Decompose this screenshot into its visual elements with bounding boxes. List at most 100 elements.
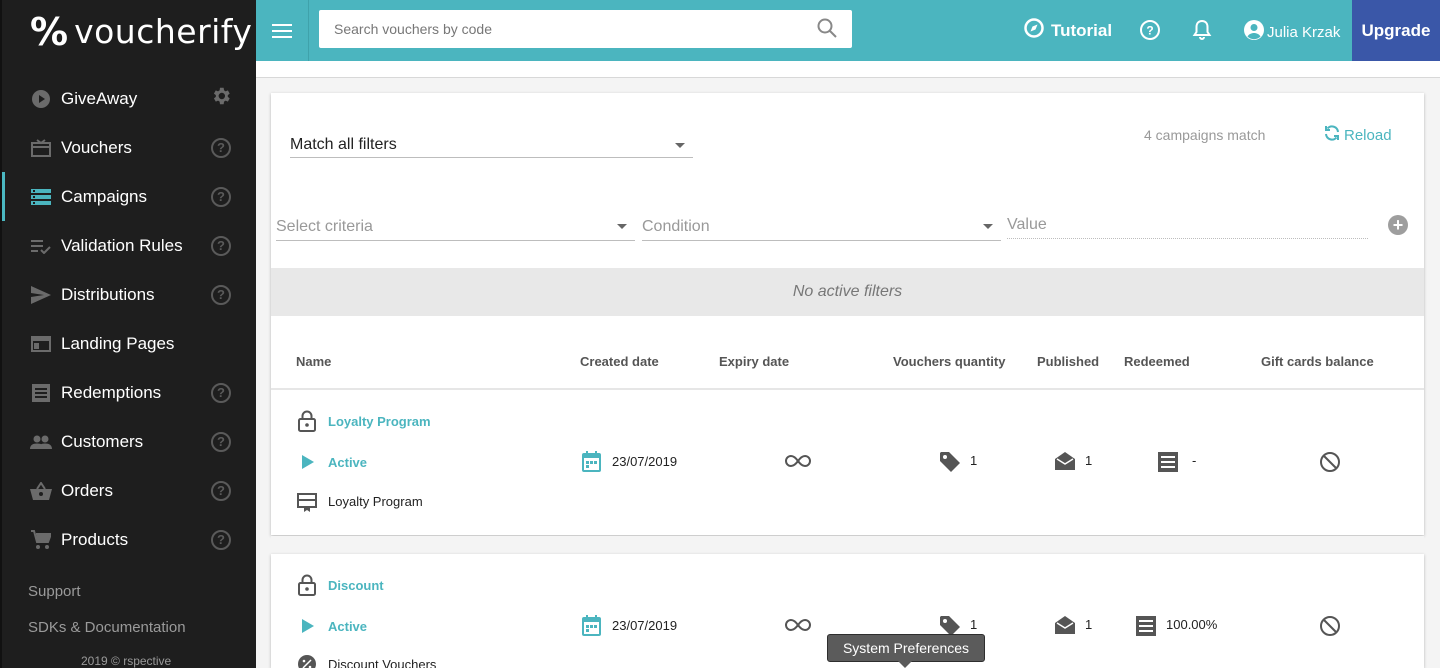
top-bar: Tutorial ? Julia Krzak Upgrade — [256, 0, 1440, 61]
search-input[interactable] — [334, 21, 816, 37]
help-icon[interactable]: ? — [1139, 19, 1161, 46]
criteria-select[interactable]: Select criteria — [276, 213, 635, 241]
sidebar: % voucherify GiveAway Vouchers ? Campaig… — [0, 0, 256, 668]
people-icon — [30, 431, 52, 453]
calendar-icon — [582, 451, 601, 472]
gift-card-icon — [30, 137, 52, 159]
sidebar-item-label: GiveAway — [61, 88, 138, 108]
account-icon — [1243, 19, 1265, 45]
help-icon[interactable]: ? — [211, 382, 231, 403]
campaign-name-link[interactable]: Loyalty Program — [328, 414, 431, 429]
help-icon[interactable]: ? — [211, 186, 231, 207]
list-icon — [30, 186, 52, 208]
receipt-icon — [1136, 616, 1156, 636]
campaigns-card: Match all filters 4 campaigns match Relo… — [271, 93, 1424, 535]
vouchers-quantity: 1 — [970, 617, 978, 632]
menu-icon[interactable] — [256, 0, 309, 61]
cart-icon — [30, 529, 52, 551]
compass-icon — [1024, 18, 1044, 43]
status-label: Active — [328, 619, 368, 634]
sidebar-item-label: Campaigns — [61, 186, 147, 206]
checklist-icon — [30, 235, 52, 257]
match-filters-select[interactable]: Match all filters — [290, 133, 693, 158]
gear-icon[interactable] — [210, 85, 232, 112]
column-header-gift-cards-balance[interactable]: Gift cards balance — [1261, 354, 1374, 369]
sidebar-item-label: Customers — [61, 431, 144, 451]
column-header-name[interactable]: Name — [296, 354, 331, 369]
sidebar-item-label: Validation Rules — [61, 235, 183, 255]
published-count: 1 — [1085, 617, 1093, 632]
browser-icon — [30, 333, 52, 355]
voucherify-logo[interactable]: % voucherify — [30, 12, 253, 51]
tutorial-button[interactable]: Tutorial — [1024, 18, 1112, 43]
condition-select[interactable]: Condition — [642, 213, 1001, 241]
loyalty-card-icon — [297, 493, 317, 513]
help-icon[interactable]: ? — [211, 284, 231, 305]
criteria-placeholder: Select criteria — [276, 217, 373, 235]
sidebar-item-validation-rules[interactable]: Validation Rules ? — [2, 221, 256, 270]
sidebar-item-orders[interactable]: Orders ? — [2, 466, 256, 515]
help-icon[interactable]: ? — [211, 235, 231, 256]
campaign-name-link[interactable]: Discount — [328, 578, 384, 593]
redeemed-value: - — [1192, 453, 1197, 468]
column-header-published[interactable]: Published — [1037, 354, 1099, 369]
redeemed-value: 100.00% — [1166, 617, 1218, 632]
send-icon — [30, 284, 52, 306]
svg-text:?: ? — [1146, 24, 1153, 38]
upgrade-button[interactable]: Upgrade — [1352, 0, 1440, 61]
sidebar-item-label: Products — [61, 529, 129, 549]
no-active-filters: No active filters — [271, 268, 1424, 316]
envelope-open-icon — [1054, 451, 1076, 471]
bell-icon[interactable] — [1192, 19, 1212, 46]
sidebar-item-label: Vouchers — [61, 137, 132, 157]
sidebar-item-label: Distributions — [61, 284, 155, 304]
block-icon — [1319, 615, 1341, 637]
row-separator — [271, 536, 1424, 554]
vouchers-quantity: 1 — [970, 453, 978, 468]
sidebar-item-vouchers[interactable]: Vouchers ? — [2, 123, 256, 172]
logo-text: voucherify — [74, 12, 253, 51]
sdks-documentation-link[interactable]: SDKs & Documentation — [28, 619, 186, 636]
reload-label: Reload — [1344, 126, 1392, 144]
help-icon[interactable]: ? — [211, 529, 231, 550]
reload-button[interactable]: Reload — [1323, 124, 1392, 146]
chevron-down-icon — [617, 224, 627, 229]
lock-icon — [298, 574, 316, 596]
sidebar-item-redemptions[interactable]: Redemptions ? — [2, 368, 256, 417]
search-icon[interactable] — [816, 17, 840, 41]
help-icon[interactable]: ? — [211, 431, 231, 452]
sidebar-item-landing-pages[interactable]: Landing Pages — [2, 319, 256, 368]
header-divider — [271, 388, 1424, 390]
user-menu[interactable]: Julia Krzak — [1243, 19, 1340, 45]
sidebar-item-customers[interactable]: Customers ? — [2, 417, 256, 466]
envelope-open-icon — [1054, 615, 1076, 635]
column-header-redeemed[interactable]: Redeemed — [1124, 354, 1190, 369]
value-placeholder: Value — [1007, 215, 1047, 233]
chevron-down-icon — [983, 224, 993, 229]
value-input[interactable]: Value — [1007, 211, 1368, 239]
system-preferences-tooltip: System Preferences — [827, 634, 985, 668]
search-box — [319, 10, 852, 48]
chevron-down-icon — [675, 142, 685, 148]
support-link[interactable]: Support — [28, 583, 81, 600]
column-header-vouchers-quantity[interactable]: Vouchers quantity — [893, 354, 1005, 369]
published-count: 1 — [1085, 453, 1093, 468]
calendar-icon — [582, 615, 601, 636]
play-icon — [302, 619, 314, 633]
sidebar-item-distributions[interactable]: Distributions ? — [2, 270, 256, 319]
add-filter-icon[interactable]: + — [1388, 215, 1408, 235]
sidebar-item-products[interactable]: Products ? — [2, 515, 256, 564]
help-icon[interactable]: ? — [211, 137, 231, 158]
campaign-type: Loyalty Program — [328, 494, 423, 509]
column-header-expiry-date[interactable]: Expiry date — [719, 354, 789, 369]
sidebar-item-label: Orders — [61, 480, 113, 500]
refresh-icon — [1323, 124, 1341, 146]
receipt-icon — [1158, 452, 1178, 472]
discount-icon — [298, 655, 316, 668]
sidebar-item-label: Landing Pages — [61, 333, 175, 353]
sidebar-item-campaigns[interactable]: Campaigns ? — [2, 172, 256, 221]
column-header-created-date[interactable]: Created date — [580, 354, 659, 369]
sidebar-item-giveaway[interactable]: GiveAway — [2, 74, 256, 123]
copyright: 2019 © rspective — [81, 654, 172, 668]
help-icon[interactable]: ? — [211, 480, 231, 501]
